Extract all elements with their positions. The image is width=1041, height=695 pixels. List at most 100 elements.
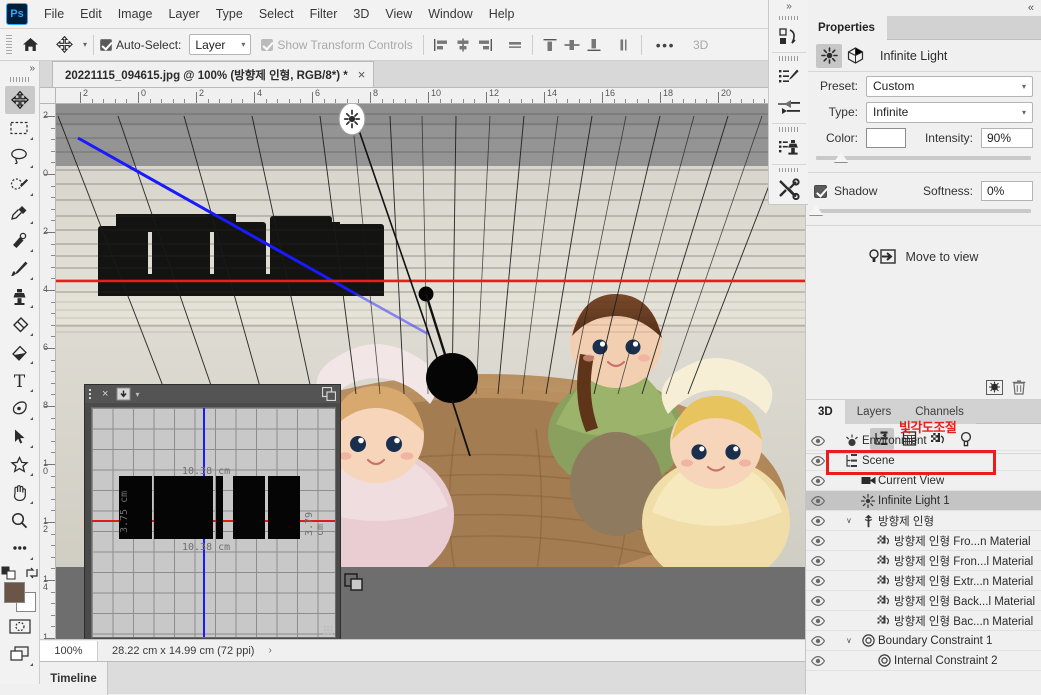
delete-icon[interactable] (1007, 377, 1031, 397)
panel-menu-icon[interactable] (89, 388, 99, 400)
align-right-edges-icon[interactable] (474, 34, 496, 56)
slider-thumb[interactable] (834, 152, 849, 162)
menu-window[interactable]: Window (420, 3, 480, 25)
align-vertical-centers-icon[interactable] (561, 34, 583, 56)
3d-scene-tree[interactable]: Environment Scene Current View Infinite Lig… (806, 431, 1041, 694)
scene-tree-row[interactable]: Internal Constraint 2 (806, 651, 1041, 671)
canvas-area[interactable]: 202468101214161820 20246810121416 (40, 88, 808, 639)
preset-dropdown[interactable]: Custom ▾ (866, 75, 1033, 97)
disclosure-triangle-icon[interactable]: ∨ (846, 636, 858, 645)
menu-filter[interactable]: Filter (302, 3, 346, 25)
more-options-button[interactable]: ••• (648, 37, 683, 53)
softness-input[interactable]: 0% (981, 181, 1033, 201)
chevron-down-icon[interactable]: ▾ (135, 390, 139, 399)
scene-tree-row[interactable]: 방향제 인형 Fro...n Material (806, 531, 1041, 551)
intensity-input[interactable]: 90% (981, 128, 1033, 148)
pen-tool[interactable] (5, 394, 35, 422)
3d-material-brush-icon[interactable] (770, 62, 808, 93)
mode-3d-label[interactable]: 3D (693, 38, 708, 52)
vertical-ruler[interactable]: 2 0 2 4 6 8 10 12 14 16 (40, 104, 56, 639)
lasso-tool[interactable] (5, 142, 35, 170)
visibility-eye-icon[interactable] (806, 475, 830, 486)
default-colors-icon[interactable] (1, 566, 17, 580)
scene-tree-row[interactable]: 방향제 인형 Extr...n Material (806, 571, 1041, 591)
minitoolbar-grip[interactable] (778, 15, 799, 21)
tab-layers[interactable]: Layers (844, 400, 904, 424)
menu-type[interactable]: Type (208, 3, 251, 25)
slider-thumb[interactable] (809, 205, 823, 215)
infinite-light-widget[interactable] (335, 104, 369, 136)
preset-dropdown-icon[interactable] (116, 387, 131, 401)
close-icon[interactable]: × (358, 67, 366, 82)
options-bar-grip[interactable] (6, 34, 12, 55)
visibility-eye-icon[interactable] (806, 635, 830, 646)
gradient-tool[interactable] (5, 338, 35, 366)
scene-tree-row[interactable]: Infinite Light 1 (806, 491, 1041, 511)
menu-help[interactable]: Help (481, 3, 523, 25)
scene-tree-row[interactable]: Scene (806, 451, 1041, 471)
tab-timeline[interactable]: Timeline (40, 662, 108, 695)
minitoolbar-grip[interactable] (778, 56, 799, 61)
foreground-color-swatch[interactable] (3, 582, 25, 603)
auto-select-checkbox[interactable] (100, 38, 113, 51)
tab-3d[interactable]: 3D (806, 400, 845, 424)
minitoolbar-grip[interactable] (778, 127, 799, 132)
scene-tree-row[interactable]: ∨ 방향제 인형 (806, 511, 1041, 531)
quick-mask-mode-button[interactable] (5, 612, 35, 640)
coordinates-icon[interactable] (842, 44, 868, 68)
visibility-eye-icon[interactable] (806, 595, 830, 606)
eyedropper-tool[interactable] (5, 198, 35, 226)
align-left-edges-icon[interactable] (430, 34, 452, 56)
tab-properties[interactable]: Properties (806, 16, 887, 40)
mesh-panel-titlebar[interactable]: × ▾ (85, 385, 340, 403)
distribute-horizontally-icon[interactable] (504, 34, 526, 56)
toolbar-expand-button[interactable]: » (0, 61, 39, 75)
softness-slider[interactable] (806, 203, 1041, 219)
path-selection-tool[interactable] (5, 422, 35, 450)
visibility-eye-icon[interactable] (806, 575, 830, 586)
clone-stamp-tool[interactable] (5, 282, 35, 310)
status-expand-arrow[interactable]: › (268, 645, 271, 656)
menu-3d[interactable]: 3D (345, 3, 377, 25)
menu-view[interactable]: View (377, 3, 420, 25)
scene-tree-row[interactable]: ∨ Boundary Constraint 1 (806, 631, 1041, 651)
mesh-preview-canvas[interactable]: 10.38 cm 10.38 cm 3.75 cm 3.79 cm (91, 407, 336, 638)
menu-file[interactable]: File (36, 3, 72, 25)
move-tool-icon[interactable] (51, 32, 77, 58)
menu-layer[interactable]: Layer (160, 3, 207, 25)
visibility-eye-icon[interactable] (806, 435, 830, 446)
type-tool[interactable]: T (5, 366, 35, 394)
distribute-vertically-icon[interactable] (613, 34, 635, 56)
visibility-eye-icon[interactable] (806, 535, 830, 546)
document-tab[interactable]: 20221115_094615.jpg @ 100% (방향제 인형, RGB/… (52, 61, 375, 87)
intensity-slider[interactable] (806, 150, 1041, 166)
show-transform-controls-checkbox[interactable] (261, 38, 274, 51)
scene-tree-row[interactable]: 방향제 인형 Back...l Material (806, 591, 1041, 611)
move-to-view-button[interactable]: Move to view (806, 240, 1041, 274)
infinite-light-icon[interactable] (816, 43, 842, 68)
color-swatches[interactable] (3, 582, 36, 612)
menu-edit[interactable]: Edit (72, 3, 110, 25)
close-icon[interactable]: × (102, 388, 108, 400)
menu-select[interactable]: Select (251, 3, 302, 25)
rectangular-marquee-tool[interactable] (5, 114, 35, 142)
horizontal-ruler[interactable]: 2 0 2 4 6 8 10 12 14 16 18 20 (40, 88, 808, 104)
custom-shape-tool[interactable] (5, 450, 35, 478)
menu-image[interactable]: Image (110, 3, 161, 25)
eraser-tool[interactable] (5, 310, 35, 338)
3d-scene-badge-icon[interactable] (344, 573, 364, 591)
visibility-eye-icon[interactable] (806, 615, 830, 626)
3d-stamp-icon[interactable] (770, 133, 808, 164)
screen-mode-button[interactable] (5, 640, 35, 668)
3d-tools-icon[interactable] (770, 173, 808, 204)
zoom-level-field[interactable]: 100% (40, 640, 98, 661)
visibility-eye-icon[interactable] (806, 555, 830, 566)
home-icon[interactable] (17, 32, 43, 58)
toolbar-grip[interactable] (9, 77, 30, 82)
move-tool[interactable] (4, 86, 35, 114)
light-color-swatch[interactable] (866, 128, 906, 148)
zoom-tool[interactable] (5, 506, 35, 534)
scene-tree-row[interactable]: 방향제 인형 Bac...n Material (806, 611, 1041, 631)
dock-collapse-button[interactable]: « (806, 0, 1041, 16)
minitoolbar-grip[interactable] (778, 167, 799, 173)
